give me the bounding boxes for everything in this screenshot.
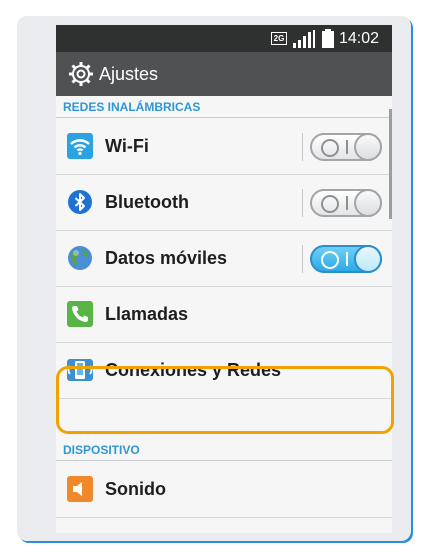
wifi-icon bbox=[67, 133, 93, 159]
settings-item-label: Bluetooth bbox=[105, 192, 189, 212]
section-header-device: DISPOSITIVO bbox=[56, 439, 392, 461]
toggle-on-mark bbox=[346, 252, 348, 266]
signal-icon bbox=[293, 30, 315, 48]
scrollbar[interactable] bbox=[389, 109, 392, 219]
battery-icon bbox=[322, 29, 334, 48]
settings-item-wifi[interactable]: Wi-Fi bbox=[56, 119, 392, 175]
divider bbox=[302, 245, 303, 273]
phone-screen: 2G 14:02 Ajustes REDES INALÁMBRICAS Wi-F… bbox=[56, 25, 392, 533]
phone-icon bbox=[67, 301, 93, 327]
toggle-thumb[interactable] bbox=[354, 189, 382, 217]
gear-icon bbox=[69, 62, 93, 86]
page-title: Ajustes bbox=[99, 64, 159, 84]
highlight-box bbox=[56, 366, 394, 434]
bluetooth-icon bbox=[68, 190, 92, 214]
settings-item-calls[interactable]: Llamadas bbox=[56, 287, 392, 343]
toggle-thumb[interactable] bbox=[354, 133, 382, 161]
toggle-on-mark bbox=[346, 196, 348, 210]
wifi-toggle[interactable] bbox=[310, 133, 382, 161]
mobile-data-toggle[interactable] bbox=[310, 245, 382, 273]
settings-item-label: Sonido bbox=[105, 479, 166, 499]
status-bar: 2G 14:02 bbox=[56, 25, 392, 52]
settings-item-label: Datos móviles bbox=[105, 248, 228, 268]
action-bar: Ajustes bbox=[56, 52, 392, 96]
settings-item-bluetooth[interactable]: Bluetooth bbox=[56, 175, 392, 231]
clock: 14:02 bbox=[339, 30, 380, 47]
divider bbox=[302, 133, 303, 161]
globe-icon bbox=[68, 246, 92, 270]
toggle-off-mark bbox=[321, 139, 339, 157]
toggle-off-mark bbox=[321, 195, 339, 213]
divider bbox=[302, 189, 303, 217]
settings-item-mobile-data[interactable]: Datos móviles bbox=[56, 231, 392, 287]
speaker-icon bbox=[67, 476, 93, 502]
toggle-off-mark bbox=[321, 251, 339, 269]
settings-item-label: Wi-Fi bbox=[105, 136, 149, 156]
toggle-on-mark bbox=[346, 140, 348, 154]
toggle-thumb[interactable] bbox=[354, 245, 382, 273]
bluetooth-toggle[interactable] bbox=[310, 189, 382, 217]
section-header-wireless: REDES INALÁMBRICAS bbox=[56, 96, 392, 118]
settings-item-label: Llamadas bbox=[105, 304, 189, 324]
settings-item-sound[interactable]: Sonido bbox=[56, 462, 392, 518]
network-type-badge: 2G bbox=[271, 32, 287, 45]
